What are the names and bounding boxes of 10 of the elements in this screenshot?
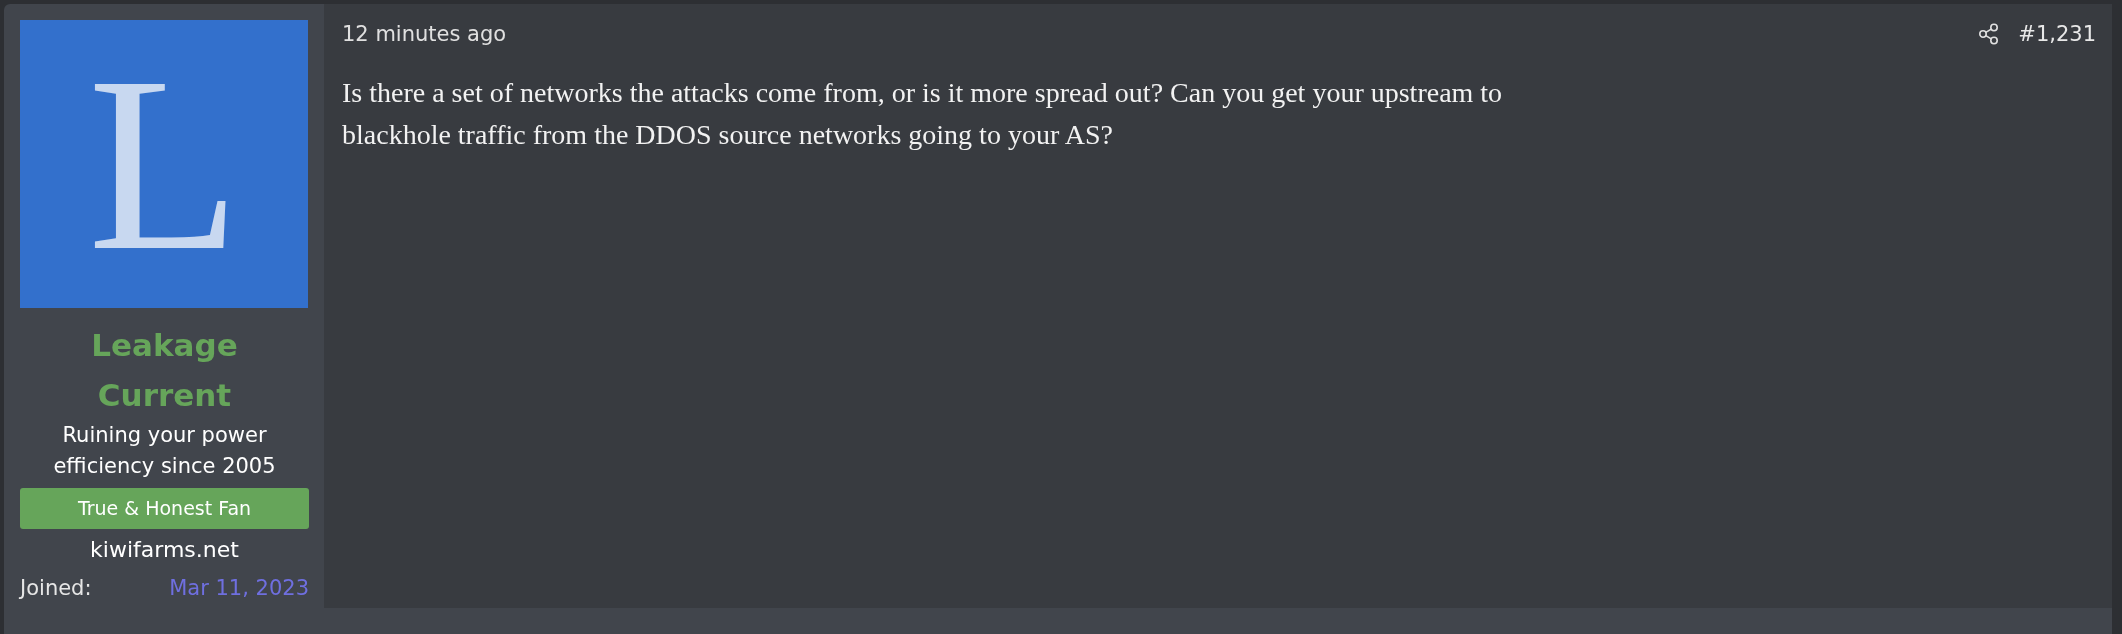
user-title: Ruining your power efficiency since 2005 xyxy=(52,422,277,480)
joined-date: Mar 11, 2023 xyxy=(169,575,309,602)
avatar-letter: L xyxy=(87,39,241,289)
user-extra: kiwifarms.net xyxy=(89,536,240,564)
share-icon[interactable] xyxy=(1978,23,2001,45)
post-time[interactable]: 12 minutes ago xyxy=(342,22,507,46)
user-banner: True & Honest Fan xyxy=(20,488,309,529)
post-number[interactable]: #1,231 xyxy=(2018,22,2096,46)
joined-label: Joined: xyxy=(20,575,92,602)
post-body: Is there a set of networks the attacks come from, or is it more spread out? Can you get your upstream to blackhole traffic from the DDOS source networks going to your AS? xyxy=(342,76,1504,152)
